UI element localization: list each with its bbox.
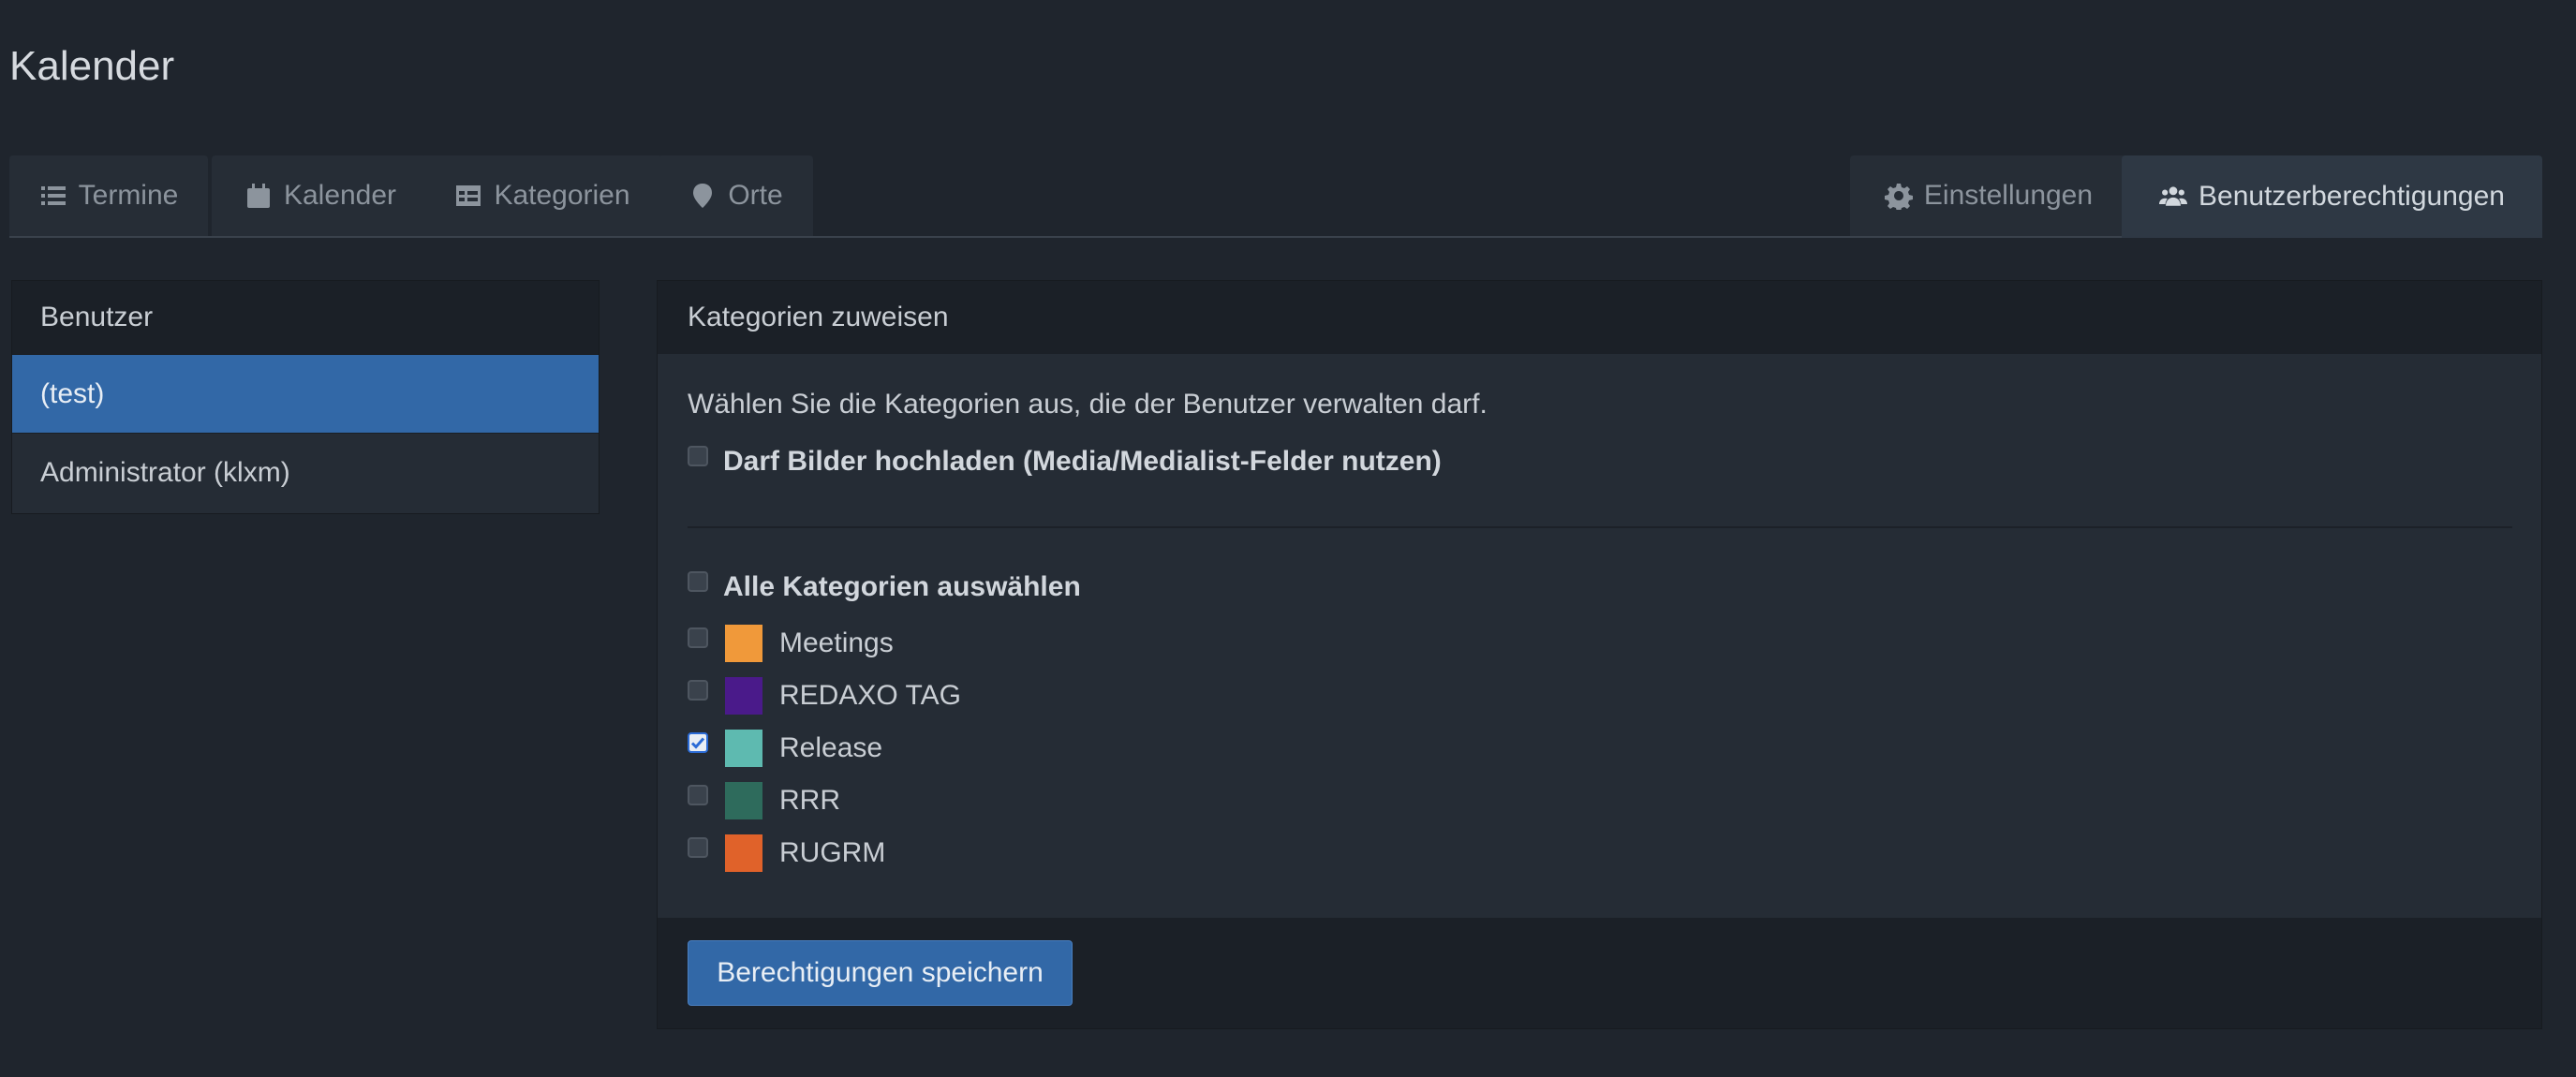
category-checkbox[interactable]: [688, 627, 708, 648]
category-item-redaxo-tag[interactable]: REDAXO TAG: [688, 677, 961, 715]
users-panel-header: Benutzer: [12, 281, 599, 354]
permissions-panel-footer: Berechtigungen speichern: [658, 918, 2541, 1028]
checkmark-icon: [690, 737, 705, 749]
category-color-swatch: [725, 625, 762, 662]
permissions-panel: Kategorien zuweisen Wählen Sie die Kateg…: [657, 280, 2542, 1029]
category-color-swatch: [725, 677, 762, 715]
list-icon: [40, 186, 66, 205]
category-checkbox[interactable]: [688, 785, 708, 805]
tab-kalender-label: Kalender: [283, 180, 397, 211]
category-label: RUGRM: [779, 837, 886, 868]
select-all-checkbox[interactable]: [688, 571, 708, 592]
category-item-rrr[interactable]: RRR: [688, 782, 840, 819]
divider: [688, 526, 2512, 528]
user-item-test[interactable]: (test): [12, 354, 599, 433]
table-icon: [456, 185, 481, 206]
user-item-administrator[interactable]: Administrator (klxm): [12, 433, 599, 511]
category-label: Release: [779, 732, 883, 763]
category-label: Meetings: [779, 627, 894, 658]
tab-kategorien[interactable]: Kategorien: [422, 155, 663, 236]
select-all-option[interactable]: Alle Kategorien auswählen: [688, 571, 1081, 603]
media-upload-label: Darf Bilder hochladen (Media/Medialist-F…: [723, 446, 1442, 477]
tab-termine-label: Termine: [78, 180, 179, 211]
save-permissions-button[interactable]: Berechtigungen speichern: [688, 940, 1073, 1006]
tab-bar: Termine Kalender Kategorien Orte Einstel…: [9, 155, 2542, 238]
permissions-panel-header: Kategorien zuweisen: [658, 281, 2541, 354]
category-label: RRR: [779, 785, 840, 816]
tab-orte[interactable]: Orte: [659, 155, 813, 236]
select-all-label: Alle Kategorien auswählen: [723, 571, 1081, 602]
permissions-intro-text: Wählen Sie die Kategorien aus, die der B…: [688, 389, 1488, 420]
category-color-swatch: [725, 730, 762, 767]
tab-termine[interactable]: Termine: [9, 155, 208, 236]
category-color-swatch: [725, 782, 762, 819]
category-checkbox[interactable]: [688, 732, 708, 753]
tab-einstellungen[interactable]: Einstellungen: [1850, 155, 2127, 236]
tab-benutzerberechtigungen-label: Benutzerberechtigungen: [2198, 181, 2505, 212]
category-item-rugrm[interactable]: RUGRM: [688, 834, 885, 872]
category-item-release[interactable]: Release: [688, 730, 882, 767]
tab-benutzerberechtigungen[interactable]: Benutzerberechtigungen: [2122, 155, 2542, 238]
calendar-icon: [246, 184, 270, 208]
tab-kalender[interactable]: Kalender: [212, 155, 429, 236]
category-checkbox[interactable]: [688, 837, 708, 858]
category-color-swatch: [725, 834, 762, 872]
map-marker-icon: [693, 184, 713, 208]
media-upload-checkbox[interactable]: [688, 446, 708, 466]
tab-kategorien-label: Kategorien: [494, 180, 630, 211]
users-panel: Benutzer (test) Administrator (klxm): [11, 280, 600, 514]
page-title: Kalender: [9, 43, 175, 89]
category-checkbox[interactable]: [688, 680, 708, 701]
users-icon: [2159, 186, 2188, 206]
media-upload-option[interactable]: Darf Bilder hochladen (Media/Medialist-F…: [688, 446, 1442, 478]
tab-orte-label: Orte: [728, 180, 783, 211]
category-label: REDAXO TAG: [779, 680, 961, 711]
category-item-meetings[interactable]: Meetings: [688, 625, 894, 662]
tab-einstellungen-label: Einstellungen: [1923, 180, 2094, 211]
gear-icon: [1884, 184, 1913, 210]
